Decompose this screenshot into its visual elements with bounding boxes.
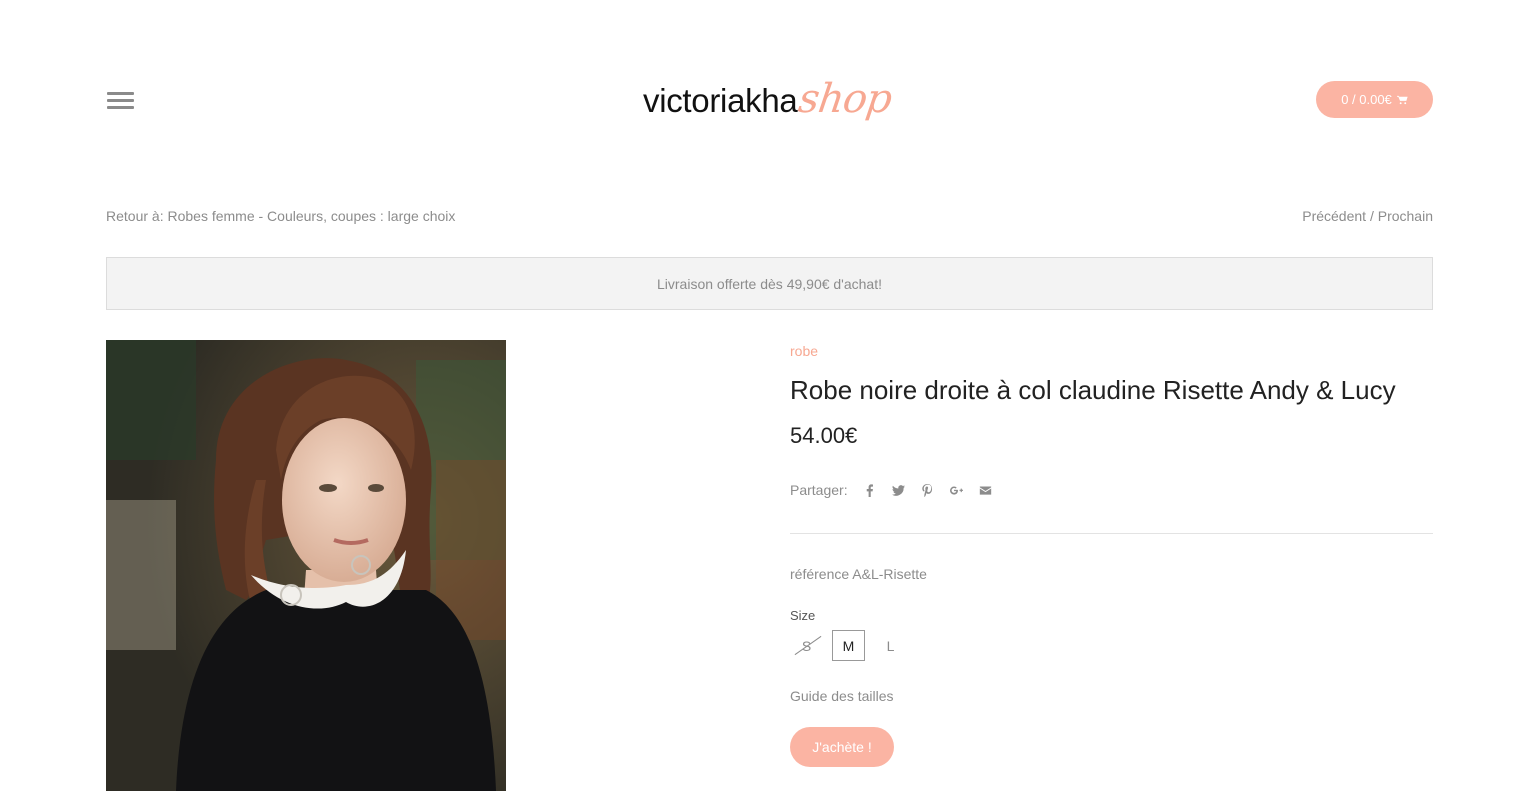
google-plus-icon[interactable] (949, 482, 965, 498)
hamburger-menu-icon[interactable] (106, 90, 136, 114)
size-guide-link[interactable]: Guide des tailles (790, 688, 894, 704)
facebook-icon[interactable] (862, 482, 878, 498)
product-page: victoriakha shop 0 / 0.00€ Retour à: Rob… (0, 0, 1539, 791)
product-pager: Précédent / Prochain (1302, 208, 1433, 224)
cart-summary: 0 / 0.00€ (1341, 92, 1392, 107)
logo-main-text: victoriakha (643, 82, 798, 119)
size-label: Size (790, 608, 816, 623)
menu-bar (107, 106, 134, 109)
cart-button[interactable]: 0 / 0.00€ (1316, 81, 1433, 118)
size-selector: S M L (790, 630, 907, 661)
cart-icon (1396, 95, 1408, 104)
product-image[interactable] (106, 340, 506, 791)
twitter-icon[interactable] (891, 482, 907, 498)
email-icon[interactable] (978, 482, 994, 498)
product-price: 54.00€ (790, 423, 858, 448)
size-option-l[interactable]: L (874, 630, 907, 661)
next-link[interactable]: Prochain (1378, 208, 1433, 224)
menu-bar (107, 92, 134, 95)
product-reference: référence A&L-Risette (790, 566, 927, 582)
product-category-link[interactable]: robe (790, 343, 818, 359)
section-divider (790, 533, 1433, 534)
share-bar: Partager: (790, 482, 1007, 498)
share-label: Partager: (790, 482, 848, 498)
breadcrumb-back-link[interactable]: Retour à: Robes femme - Couleurs, coupes… (106, 208, 455, 224)
menu-bar (107, 99, 134, 102)
product-photo-illustration (106, 340, 506, 791)
pager-separator: / (1366, 208, 1378, 224)
site-logo[interactable]: victoriakha shop (643, 68, 903, 130)
size-option-m[interactable]: M (832, 630, 865, 661)
buy-button[interactable]: J'achète ! (790, 727, 894, 767)
product-title: Robe noire droite à col claudine Risette… (790, 375, 1396, 405)
pinterest-icon[interactable] (920, 482, 936, 498)
previous-link[interactable]: Précédent (1302, 208, 1366, 224)
logo-script-text: shop (796, 76, 895, 122)
size-option-s[interactable]: S (790, 630, 823, 661)
banner-text: Livraison offerte dès 49,90€ d'achat! (656, 275, 882, 292)
free-shipping-banner: Livraison offerte dès 49,90€ d'achat! (106, 257, 1433, 310)
